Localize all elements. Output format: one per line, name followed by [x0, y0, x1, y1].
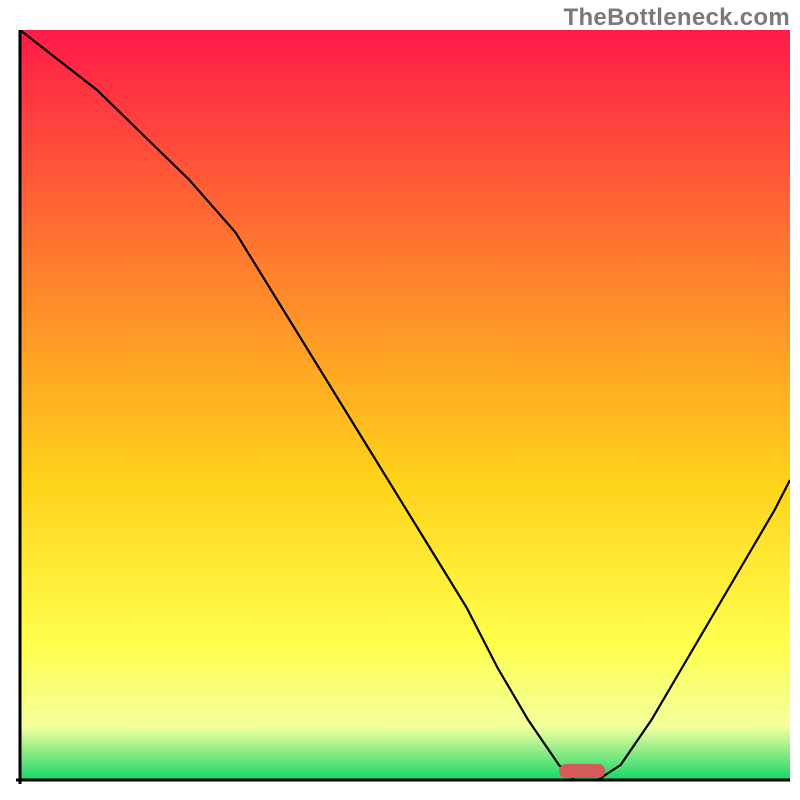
optimal-marker [559, 764, 605, 778]
chart-svg [0, 0, 800, 800]
chart-container: TheBottleneck.com [0, 0, 800, 800]
plot-background [20, 30, 790, 780]
